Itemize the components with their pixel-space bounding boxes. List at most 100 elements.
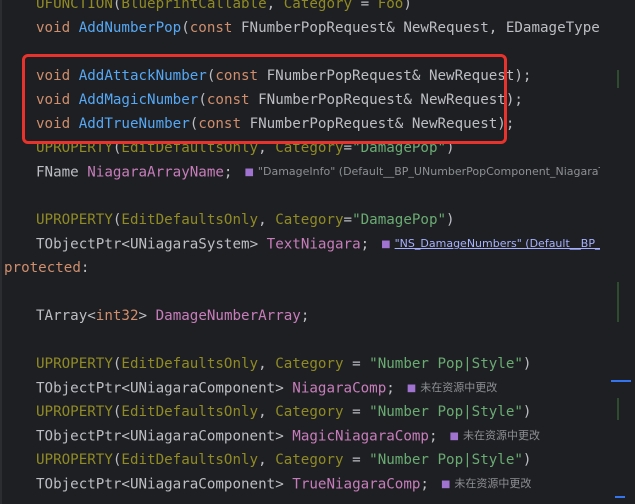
code-token: < <box>121 380 130 397</box>
scroll-marker[interactable] <box>611 380 631 382</box>
code-token: UNiagaraSystem <box>129 236 250 253</box>
code-token: "Number Pop|Style" <box>369 452 523 468</box>
code-token: = <box>343 356 370 372</box>
code-line[interactable]: TObjectPtr<UNiagaraComponent> NiagaraCom… <box>0 376 600 400</box>
code-token: int32 <box>95 308 139 324</box>
code-token: ); <box>497 116 515 132</box>
code-line[interactable]: void AddAttackNumber(const FNumberPopReq… <box>0 64 600 88</box>
inlay-hint[interactable]: ■ 未在资源中更改 <box>407 381 497 394</box>
code-token: > <box>249 236 267 253</box>
inlay-hint-text: 未在资源中更改 <box>462 429 540 442</box>
code-line[interactable]: FName NiagaraArrayName; ■ "DamageInfo" (De… <box>0 160 600 184</box>
code-line[interactable]: UPROPERTY(EditDefaultsOnly, Category = "… <box>0 352 600 376</box>
code-token: UNiagaraComponent <box>129 428 276 445</box>
code-token: NiagaraArrayName <box>87 164 224 181</box>
code-line[interactable]: TObjectPtr<UNiagaraComponent> TrueNiagar… <box>0 472 600 496</box>
code-token: ); <box>505 92 523 108</box>
code-token: FNumberPopRequest <box>258 92 404 108</box>
code-token: ; <box>420 476 429 493</box>
code-token: > <box>275 380 293 397</box>
code-token: < <box>121 236 130 253</box>
code-line[interactable]: UPROPERTY(EditDefaultsOnly, Category = "… <box>0 448 600 472</box>
code-text: void AddMagicNumber(const FNumberPopRequ… <box>36 88 523 112</box>
code-line[interactable]: TObjectPtr<UNiagaraSystem> TextNiagara; ■… <box>0 232 600 256</box>
code-line[interactable]: void AddNumberPop(const FNumberPopReques… <box>0 16 600 40</box>
code-token: ; <box>428 428 438 445</box>
code-token: = <box>343 140 353 156</box>
code-editor[interactable]: UFUNCTION(BlueprintCallable, Category = … <box>0 0 635 504</box>
code-line[interactable] <box>0 280 600 304</box>
code-line[interactable] <box>0 328 600 352</box>
blueprint-icon: ■ <box>449 431 459 442</box>
code-token: ); <box>514 68 532 84</box>
inlay-hint-text: 未在资源中更改 <box>454 477 532 490</box>
code-token: FNumberPopRequest <box>266 68 412 84</box>
code-line[interactable] <box>0 184 600 208</box>
code-token: EditDefaultsOnly <box>121 356 259 372</box>
code-token: UPROPERTY <box>36 140 113 156</box>
code-token: TObjectPtr <box>36 236 122 253</box>
code-token: : <box>80 260 90 276</box>
code-token: AddNumberPop <box>78 20 182 36</box>
code-token: Foo <box>377 0 404 12</box>
code-text: UPROPERTY(EditDefaultsOnly, Category = "… <box>36 448 531 472</box>
code-token: NewRequest <box>411 116 498 132</box>
code-text: TObjectPtr<UNiagaraComponent> NiagaraCom… <box>36 376 497 400</box>
inlay-hint[interactable]: ■"NS_DamageNumbers" (Default__BP_UNumber <box>381 237 600 250</box>
code-text: TArray<int32> DamageNumberArray; <box>36 304 309 328</box>
code-token: UPROPERTY <box>36 404 113 420</box>
inlay-hint[interactable]: ■ 未在资源中更改 <box>441 477 531 490</box>
code-token: & <box>411 68 429 84</box>
code-text: UPROPERTY(EditDefaultsOnly, Category="Da… <box>36 136 455 160</box>
code-line[interactable]: protected: <box>0 256 600 280</box>
code-line[interactable]: UPROPERTY(EditDefaultsOnly, Category="Da… <box>0 208 600 232</box>
code-token: "Number Pop|Style" <box>369 356 523 372</box>
code-token: < <box>87 308 96 324</box>
blueprint-icon: ■ <box>381 239 391 250</box>
code-text: UPROPERTY(EditDefaultsOnly, Category = "… <box>36 352 531 376</box>
inlay-hint-text: "NS_DamageNumbers" (Default__BP_UNumber <box>394 237 600 250</box>
code-line[interactable] <box>0 40 600 64</box>
code-line[interactable]: UPROPERTY(EditDefaultsOnly, Category = "… <box>0 400 600 424</box>
code-token: TObjectPtr <box>36 476 122 493</box>
code-text: UPROPERTY(EditDefaultsOnly, Category="Da… <box>36 208 455 232</box>
inlay-hint[interactable]: ■ 未在资源中更改 <box>450 429 540 442</box>
code-token: EditDefaultsOnly <box>121 452 259 468</box>
code-text: TObjectPtr<UNiagaraSystem> TextNiagara; ■… <box>36 232 600 256</box>
code-token: void <box>36 68 79 84</box>
code-token: AddTrueNumber <box>78 116 190 132</box>
code-text: TObjectPtr<UNiagaraComponent> TrueNiagar… <box>36 472 531 496</box>
code-token: < <box>121 476 130 493</box>
code-token: ) <box>446 140 455 156</box>
code-token: , <box>258 212 276 228</box>
code-line[interactable]: UPROPERTY(EditDefaultsOnly, Category="Da… <box>0 136 600 160</box>
code-token: UPROPERTY <box>36 356 113 372</box>
code-text: UPROPERTY(EditDefaultsOnly, Category = "… <box>36 400 531 424</box>
code-line[interactable]: void AddTrueNumber(const FNumberPopReque… <box>0 112 600 136</box>
code-token: ) <box>522 356 532 372</box>
code-token: TextNiagara <box>266 236 361 253</box>
code-token: NiagaraComp <box>292 380 387 397</box>
code-token: , <box>488 20 506 36</box>
code-token: FNumberPopRequest <box>241 20 387 36</box>
inlay-hint[interactable]: ■ "DamageInfo" (Default__BP_UNumberPopCom… <box>244 165 600 178</box>
code-line[interactable]: TObjectPtr<UNiagaraComponent> MagicNiaga… <box>0 424 600 448</box>
code-token: TrueNiagaraComp <box>292 476 421 493</box>
code-token: Category <box>275 140 344 156</box>
blueprint-icon: ■ <box>440 479 451 490</box>
code-token: ; <box>223 164 233 181</box>
code-token: > <box>275 476 293 493</box>
code-line[interactable]: UFUNCTION(BlueprintCallable, Category = … <box>0 0 600 16</box>
code-text: FName NiagaraArrayName; ■ "DamageInfo" (De… <box>36 160 600 184</box>
code-token: & <box>386 20 404 36</box>
inlay-hint-text: "DamageInfo" (Default__BP_UNumberPopComp… <box>257 165 600 178</box>
code-token: ( <box>181 20 190 36</box>
code-token: "Number Pop|Style" <box>369 404 523 420</box>
code-line[interactable]: void AddMagicNumber(const FNumberPopRequ… <box>0 88 600 112</box>
code-token: protected <box>4 260 81 276</box>
code-line[interactable]: TArray<int32> DamageNumberArray; <box>0 304 600 328</box>
code-token: , <box>258 404 276 420</box>
code-token: EditDefaultsOnly <box>121 140 259 156</box>
code-token: = <box>352 0 378 12</box>
code-token: Category <box>275 452 344 468</box>
